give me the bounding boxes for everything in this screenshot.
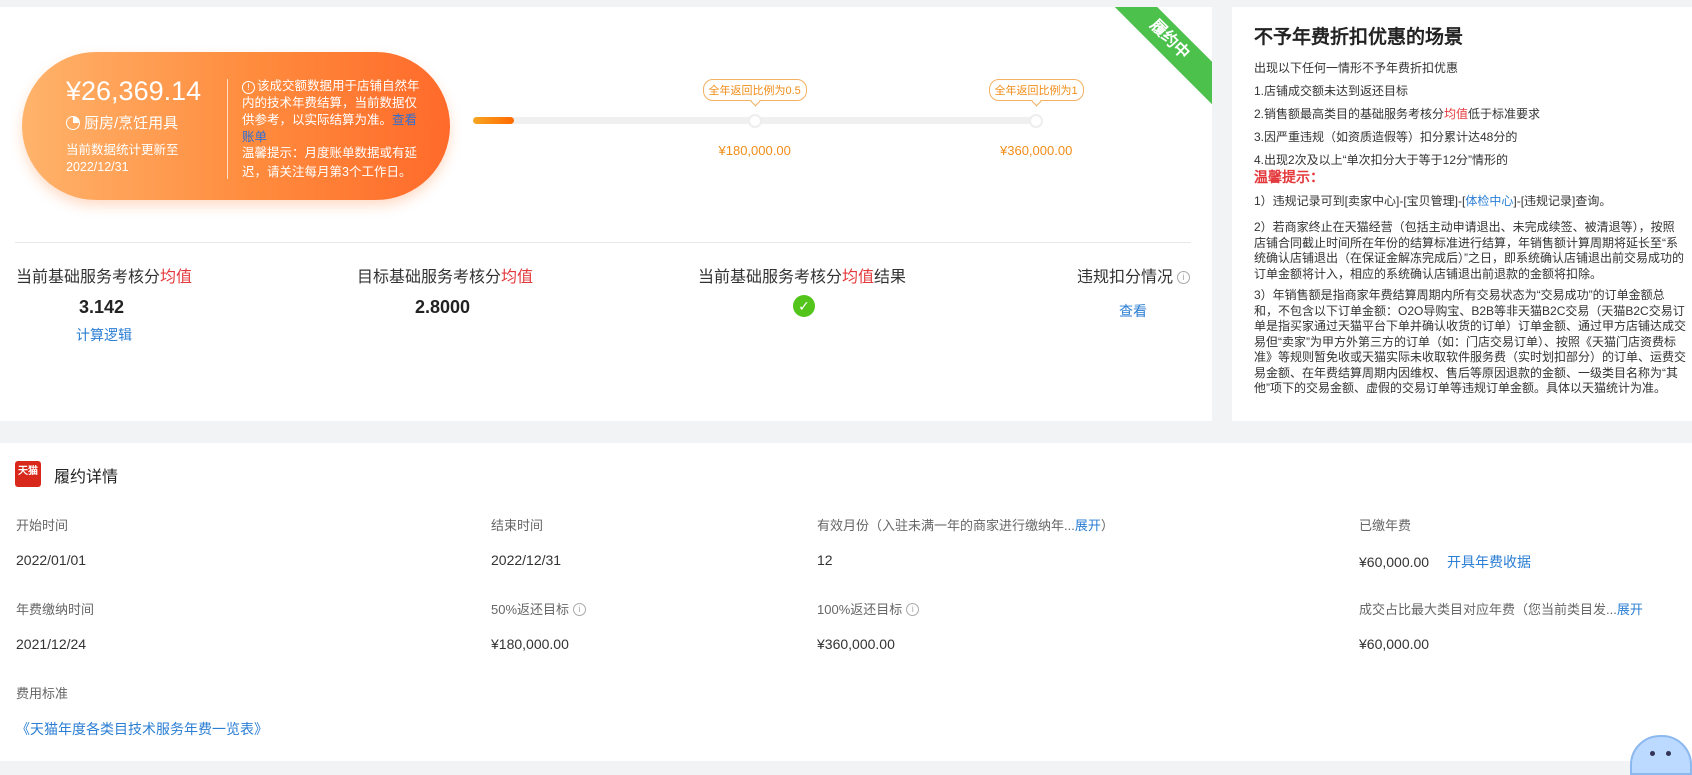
target-score-label: 目标基础服务考核分均值 <box>357 269 534 286</box>
expand-link[interactable]: 展开 <box>1617 602 1643 617</box>
tmall-logo: 天猫 <box>15 461 41 487</box>
target-50-label: 50%返还目标 i <box>491 599 587 618</box>
end-time-value: 2022/12/31 <box>491 552 562 568</box>
status-ribbon: 履约中 <box>1098 7 1212 111</box>
section-title: 履约详情 <box>54 469 119 486</box>
paid-fee-value: ¥60,000.00 开具年费收据 <box>1359 554 1531 570</box>
violation-label: 违规扣分情况 i <box>1077 263 1191 287</box>
data-note: ! 该成交额数据用于店铺自然年内的技术年费结算，当前数据仅供参考，以实际结算为准。… <box>242 79 420 144</box>
assistant-mascot-icon[interactable] <box>1630 735 1692 775</box>
milestone-bubble-50: 全年返回比例为0.5 <box>702 79 807 101</box>
pay-time-value: 2021/12/24 <box>16 636 87 652</box>
milestone-value-100: ¥360,000.00 <box>1000 143 1073 158</box>
help-icon[interactable]: i <box>906 603 920 616</box>
health-center-link[interactable]: 体检中心 <box>1465 194 1513 208</box>
no-discount-title: 不予年费折扣优惠的场景 <box>1254 27 1464 48</box>
tip-paragraph-2: 2）若商家终止在天猫经营（包括主动申请退出、未完成续签、被清退等），按照店铺合同… <box>1254 220 1684 281</box>
delay-tip: 温馨提示：月度账单数据或有延迟，请关注每月第3个工作日。 <box>242 146 418 179</box>
sales-amount: ¥26,369.14 <box>66 76 202 106</box>
calc-logic-link[interactable]: 计算逻辑 <box>76 325 132 345</box>
no-discount-card: 不予年费折扣优惠的场景 出现以下任何一情形不予年费折扣优惠 1.店铺成交额未达到… <box>1232 7 1692 421</box>
view-violation-link[interactable]: 查看 <box>1119 301 1147 321</box>
tip-paragraph-3: 3）年销售额是指商家年费结算周期内所有交易状态为“交易成功”的订单金额总和，不包… <box>1254 288 1687 395</box>
pay-time-label: 年费缴纳时间 <box>16 602 95 617</box>
sales-summary-pill: ¥26,369.14 厨房/烹饪用具 当前数据统计更新至2022/12/31 !… <box>22 52 450 200</box>
target-100-label: 100%返还目标 i <box>817 599 920 618</box>
rule-item: 4.出现2次及以上“单次扣分大于等于12分”情形的 <box>1254 153 1509 167</box>
info-icon: ! <box>242 81 255 94</box>
contract-details-section: 天猫 履约详情 开始时间 2022/01/01 结束时间 2022/12/31 … <box>0 443 1692 775</box>
fee-summary-card: 履约中 ¥26,369.14 厨房/烹饪用具 当前数据统计更新至2022/12/… <box>0 7 1212 421</box>
milestone-bubble-100: 全年返回比例为1 <box>988 79 1084 101</box>
category-name: 厨房/烹饪用具 <box>84 115 179 132</box>
pill-divider <box>227 79 228 179</box>
max-category-fee-value: ¥60,000.00 <box>1359 636 1430 652</box>
issue-receipt-link[interactable]: 开具年费收据 <box>1447 554 1531 570</box>
progress-fill <box>473 117 515 124</box>
rule-item: 1.店铺成交额未达到返还目标 <box>1254 84 1409 98</box>
rule-item: 2.销售额最高类目的基础服务考核分均值低于标准要求 <box>1254 107 1541 121</box>
start-time-value: 2022/01/01 <box>16 552 87 568</box>
fee-standard-link[interactable]: 《天猫年度各类目技术服务年费一览表》 <box>16 719 268 739</box>
milestone-node-100 <box>1029 114 1043 128</box>
milestone-value-50: ¥180,000.00 <box>718 143 791 158</box>
start-time-label: 开始时间 <box>16 518 69 533</box>
current-score-label: 当前基础服务考核分均值 <box>16 269 193 286</box>
expand-link[interactable]: 展开 <box>1075 518 1101 533</box>
target-score-value: 2.8000 <box>415 297 471 317</box>
target-50-value: ¥180,000.00 <box>491 636 569 652</box>
section-divider <box>15 242 1191 243</box>
tip-paragraph-1: 1）违规记录可到[卖家中心]-[宝贝管理]-[体检中心]-[违规记录]查询。 <box>1254 194 1612 208</box>
pie-chart-icon <box>66 115 80 130</box>
rule-item: 3.因严重违规（如资质造假等）扣分累计达48分的 <box>1254 130 1518 144</box>
help-icon[interactable]: i <box>1177 271 1191 284</box>
end-time-label: 结束时间 <box>491 518 544 533</box>
warm-tip-title: 温馨提示： <box>1254 169 1324 185</box>
fee-standard-label: 费用标准 <box>16 686 69 701</box>
update-time: 当前数据统计更新至2022/12/31 <box>66 143 179 174</box>
max-category-fee-label: 成交占比最大类目对应年费（您当前类目发...展开 <box>1359 602 1643 617</box>
milestone-node-50 <box>747 114 762 128</box>
no-discount-intro: 出现以下任何一情形不予年费折扣优惠 <box>1254 61 1459 75</box>
current-score-value: 3.142 <box>79 297 125 317</box>
target-100-value: ¥360,000.00 <box>817 636 895 652</box>
score-result-label: 当前基础服务考核分均值结果 <box>698 269 907 286</box>
check-icon: ✓ <box>793 295 815 317</box>
category-row: 厨房/烹饪用具 <box>66 112 178 133</box>
valid-months-label: 有效月份（入驻未满一年的商家进行缴纳年...展开） <box>817 518 1114 533</box>
help-icon[interactable]: i <box>573 603 587 616</box>
valid-months-value: 12 <box>817 552 833 568</box>
paid-fee-label: 已缴年费 <box>1359 518 1412 533</box>
